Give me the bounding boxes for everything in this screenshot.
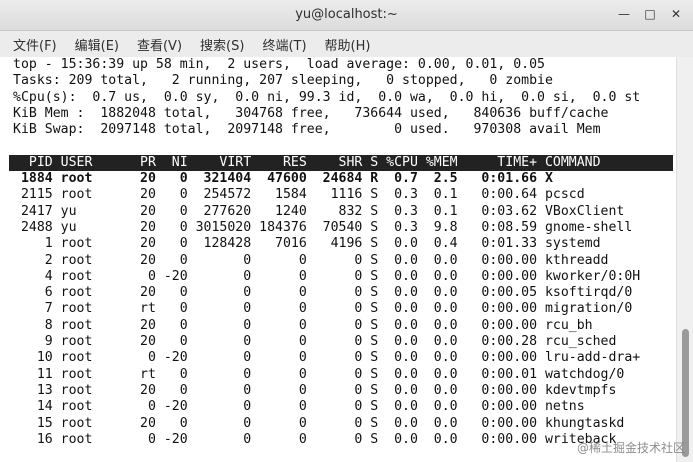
- summary-cpu: %Cpu(s): 0.7 us, 0.0 sy, 0.0 ni, 99.3 id…: [13, 89, 641, 105]
- terminal-window: yu@localhost:~ — □ ✕ 文件(F) 编辑(E) 查看(V) 搜…: [0, 0, 693, 462]
- close-button[interactable]: ✕: [665, 4, 687, 24]
- process-row: 13 root 20 0 0 0 0 S 0.0 0.0 0:00.00 kde…: [13, 382, 617, 398]
- process-row: 1 root 20 0 128428 7016 4196 S 0.0 0.4 0…: [13, 236, 601, 252]
- menu-search[interactable]: 搜索(S): [197, 33, 247, 56]
- terminal-output[interactable]: top - 15:36:39 up 58 min, 2 users, load …: [0, 57, 677, 462]
- scrollbar[interactable]: [676, 57, 693, 462]
- menu-file[interactable]: 文件(F): [10, 33, 60, 56]
- process-row: 2 root 20 0 0 0 0 S 0.0 0.0 0:00.00 kthr…: [13, 252, 609, 268]
- process-row: 11 root rt 0 0 0 0 S 0.0 0.0 0:00.01 wat…: [13, 366, 625, 382]
- scrollbar-thumb[interactable]: [682, 329, 689, 457]
- title-bar[interactable]: yu@localhost:~ — □ ✕: [0, 0, 693, 31]
- process-row: 4 root 0 -20 0 0 0 S 0.0 0.0 0:00.00 kwo…: [13, 268, 641, 284]
- watermark: @稀土掘金技术社区: [576, 441, 685, 455]
- summary-swap: KiB Swap: 2097148 total, 2097148 free, 0…: [13, 122, 601, 138]
- process-row: 2115 root 20 0 254572 1584 1116 S 0.3 0.…: [13, 187, 585, 203]
- process-row: 14 root 0 -20 0 0 0 S 0.0 0.0 0:00.00 ne…: [13, 399, 585, 415]
- maximize-button[interactable]: □: [639, 4, 661, 24]
- process-row: 15 root 20 0 0 0 0 S 0.0 0.0 0:00.00 khu…: [13, 415, 625, 431]
- menu-view[interactable]: 查看(V): [134, 33, 185, 56]
- summary-tasks: Tasks: 209 total, 2 running, 207 sleepin…: [13, 73, 553, 89]
- process-list: 1884 root 20 0 321404 47600 24684 R 0.7 …: [13, 171, 677, 448]
- window-title: yu@localhost:~: [295, 7, 398, 22]
- process-table-header: PID USER PR NI VIRT RES SHR S %CPU %MEM …: [9, 154, 673, 172]
- menu-help[interactable]: 帮助(H): [322, 33, 374, 56]
- menu-terminal[interactable]: 终端(T): [259, 33, 309, 56]
- process-row: 2488 yu 20 0 3015020 184376 70540 S 0.3 …: [13, 219, 633, 235]
- process-row: 8 root 20 0 0 0 0 S 0.0 0.0 0:00.00 rcu_…: [13, 317, 593, 333]
- process-row: 2417 yu 20 0 277620 1240 832 S 0.3 0.1 0…: [13, 203, 625, 219]
- process-row: 10 root 0 -20 0 0 0 S 0.0 0.0 0:00.00 lr…: [13, 350, 641, 366]
- minimize-button[interactable]: —: [613, 4, 635, 24]
- menu-bar: 文件(F) 编辑(E) 查看(V) 搜索(S) 终端(T) 帮助(H): [0, 31, 693, 58]
- process-row: 7 root rt 0 0 0 0 S 0.0 0.0 0:00.00 migr…: [13, 301, 633, 317]
- process-row: 1884 root 20 0 321404 47600 24684 R 0.7 …: [13, 171, 553, 187]
- window-controls: — □ ✕: [613, 4, 687, 24]
- menu-edit[interactable]: 编辑(E): [72, 33, 122, 56]
- summary-mem: KiB Mem : 1882048 total, 304768 free, 73…: [13, 105, 609, 121]
- process-row: 9 root 20 0 0 0 0 S 0.0 0.0 0:00.28 rcu_…: [13, 334, 617, 350]
- summary-uptime: top - 15:36:39 up 58 min, 2 users, load …: [13, 57, 545, 72]
- process-row: 6 root 20 0 0 0 0 S 0.0 0.0 0:00.05 ksof…: [13, 285, 633, 301]
